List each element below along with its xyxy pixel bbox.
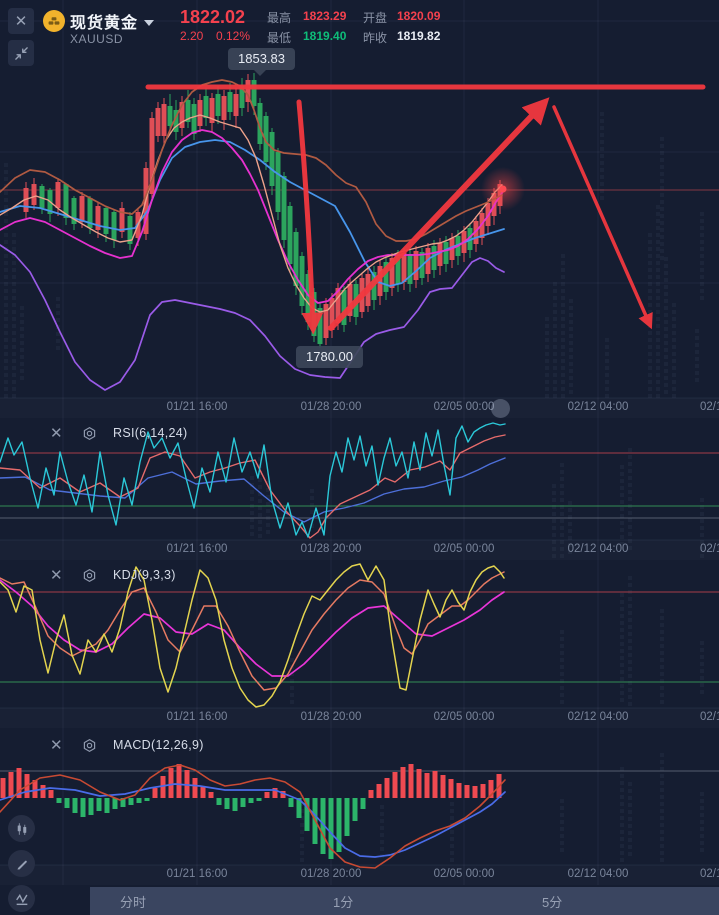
close-button[interactable]: ✕ [8,8,34,34]
collapse-arrows-icon [14,46,29,61]
time-label: 01/21 16:00 [155,543,239,555]
kdj-pane-header: ✕ KDJ(9,3,3) [50,566,176,584]
macd-pane-header: ✕ MACD(12,26,9) [50,736,204,754]
stat-open-label: 开盘 [363,9,387,26]
stat-low-label: 最低 [267,29,291,46]
peak-price-label: 1853.83 [228,48,295,70]
stat-low-value: 1819.40 [303,29,346,43]
time-label: 02/05 00:00 [422,711,506,723]
tab-fenshi[interactable]: 分时 [120,892,146,911]
time-label: 01/21 16:00 [155,401,239,413]
rsi-close-icon[interactable]: ✕ [50,424,66,442]
price-change: 2.20 [180,29,203,43]
tab-1min[interactable]: 1分 [333,892,353,911]
tab-5min[interactable]: 5分 [542,892,562,911]
time-label: 01/28 20:00 [289,543,373,555]
time-label: 02/12 04:00 [556,401,640,413]
chart-type-button[interactable] [8,815,35,842]
time-label: 02/1 [700,868,719,880]
last-price: 1822.02 [180,7,245,28]
trading-app-window: ✕ 现货黄金 XAUUSD 1822.02 2.20 0.12% 最高 1823… [0,0,719,915]
timeframe-tabbar: 分时 1分 5分 [90,887,719,915]
rsi-label: RSI(6,14,24) [113,426,187,440]
time-label: 02/1 [700,401,719,413]
bottom-price-label: 1780.00 [296,346,363,368]
instrument-name: 现货黄金 [70,15,138,32]
indicator-button[interactable] [8,885,35,912]
wave-indicator-icon [14,891,30,907]
macd-label: MACD(12,26,9) [113,738,204,752]
time-label: 02/12 04:00 [556,711,640,723]
macd-close-icon[interactable]: ✕ [50,736,66,754]
kdj-label: KDJ(9,3,3) [113,568,176,582]
time-label: 02/12 04:00 [556,868,640,880]
instrument-title[interactable]: 现货黄金 [70,9,154,33]
stat-open-value: 1820.09 [397,9,440,23]
time-label: 02/12 04:00 [556,543,640,555]
time-label: 01/28 20:00 [289,401,373,413]
time-label: 01/28 20:00 [289,711,373,723]
stat-prevclose-value: 1819.82 [397,29,440,43]
price-change-pct: 0.12% [216,29,250,43]
collapse-button[interactable] [8,40,34,66]
pencil-icon [14,856,29,871]
rsi-pane-header: ✕ RSI(6,14,24) [50,424,187,442]
time-label: 02/05 00:00 [422,868,506,880]
draw-tool-button[interactable] [8,850,35,877]
kdj-close-icon[interactable]: ✕ [50,566,66,584]
time-label: 02/1 [700,543,719,555]
time-label: 01/21 16:00 [155,868,239,880]
time-label: 02/1 [700,711,719,723]
time-label: 01/21 16:00 [155,711,239,723]
time-label: 02/05 00:00 [422,543,506,555]
scrollbar-handle[interactable] [491,399,510,418]
rsi-settings-icon[interactable] [82,426,97,441]
close-icon: ✕ [15,12,28,30]
candlestick-icon [14,821,30,837]
time-label: 01/28 20:00 [289,868,373,880]
gold-coin-icon [43,10,65,32]
stat-high-value: 1823.29 [303,9,346,23]
chart-canvas[interactable] [0,0,719,915]
stat-prevclose-label: 昨收 [363,29,387,46]
chevron-down-icon [144,20,154,26]
stat-high-label: 最高 [267,9,291,26]
macd-settings-icon[interactable] [82,738,97,753]
kdj-settings-icon[interactable] [82,568,97,583]
instrument-symbol: XAUUSD [70,32,123,46]
